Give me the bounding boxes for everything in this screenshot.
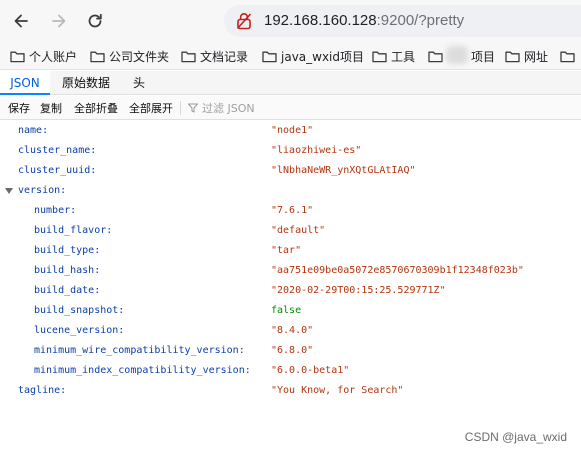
- json-value: "7.6.1": [271, 205, 314, 216]
- back-button[interactable]: [9, 9, 33, 33]
- bookmark-label: 文档记录: [200, 49, 249, 64]
- json-key: build_snapshot:: [34, 305, 125, 316]
- json-key: build_date:: [34, 285, 101, 296]
- json-value: "You Know, for Search": [271, 385, 404, 396]
- bookmark-folder[interactable]: 文档记录: [181, 48, 248, 64]
- filter-icon: [188, 103, 198, 113]
- watermark: CSDN @java_wxid: [464, 430, 567, 444]
- folder-icon: [10, 51, 25, 62]
- json-row: build_hash: "aa751e09be0a5072e8570670309b…: [0, 261, 581, 281]
- json-value: "tar": [271, 245, 302, 256]
- browser-toolbar: 192.168.160.128:9200/?pretty: [0, 0, 581, 42]
- json-row: minimum_wire_compatibility_version: "6.8.…: [0, 341, 581, 361]
- bookmark-folder[interactable]: java_wxid项目: [262, 48, 364, 64]
- address-url: 192.168.160.128:9200/?pretty: [264, 12, 464, 30]
- bookmark-label: 工具: [391, 49, 416, 64]
- bookmark-folder[interactable]: 网址: [505, 48, 548, 64]
- arrow-left-icon: [14, 14, 28, 28]
- forward-button[interactable]: [47, 9, 71, 33]
- bookmark-folder[interactable]: 公司文件夹: [90, 48, 169, 64]
- redaction-blur: [446, 46, 468, 64]
- json-value: "node1": [271, 125, 314, 136]
- bookmark-label: 公司文件夹: [109, 49, 170, 64]
- json-row: number: "7.6.1": [0, 201, 581, 221]
- json-key: version:: [18, 185, 67, 196]
- folder-icon: [560, 51, 575, 62]
- json-value: "aa751e09be0a5072e8570670309b1f12348f023…: [271, 265, 524, 276]
- folder-icon: [428, 51, 443, 62]
- arrow-right-icon: [52, 14, 66, 28]
- json-row: minimum_index_compatibility_version: "6.0…: [0, 361, 581, 381]
- url-path: :9200/?pretty: [376, 12, 465, 29]
- json-row: cluster_uuid: "lNbhaNeWR_ynXQtGLAtIAQ": [0, 161, 581, 181]
- json-key: minimum_index_compatibility_version:: [34, 365, 251, 376]
- bookmark-label: 项目: [471, 49, 496, 64]
- json-row: build_snapshot: false: [0, 301, 581, 321]
- folder-icon: [181, 51, 196, 62]
- bookmark-folder[interactable]: [560, 48, 579, 64]
- bookmark-label: 个人账户: [29, 49, 78, 64]
- json-row: build_date: "2020-02-29T00:15:25.529771Z": [0, 281, 581, 301]
- triangle-down-icon[interactable]: [5, 188, 13, 194]
- json-value: "8.4.0": [271, 325, 314, 336]
- filter-placeholder: 过滤 JSON: [202, 102, 255, 115]
- json-key: lucene_version:: [34, 325, 125, 336]
- json-row: cluster_name: "liaozhiwei-es": [0, 141, 581, 161]
- json-row: lucene_version: "8.4.0": [0, 321, 581, 341]
- filter-json-input[interactable]: 过滤 JSON: [188, 100, 255, 116]
- expand-all-button[interactable]: 全部展开: [129, 100, 173, 116]
- json-key: build_type:: [34, 245, 101, 256]
- json-key: cluster_name:: [18, 145, 97, 156]
- url-host: 192.168.160.128: [264, 12, 377, 29]
- json-value: "liaozhiwei-es": [271, 145, 362, 156]
- json-value: false: [271, 305, 302, 316]
- not-secure-icon[interactable]: [236, 12, 252, 30]
- json-key: cluster_uuid:: [18, 165, 97, 176]
- json-key: tagline:: [18, 385, 67, 396]
- collapse-all-button[interactable]: 全部折叠: [74, 100, 118, 116]
- reload-icon: [88, 13, 102, 28]
- json-row: build_type: "tar": [0, 241, 581, 261]
- json-row: tagline: "You Know, for Search": [0, 381, 581, 401]
- save-button[interactable]: 保存: [8, 100, 30, 116]
- address-bar[interactable]: 192.168.160.128:9200/?pretty: [224, 5, 581, 37]
- bookmark-label: java_wxid项目: [281, 49, 365, 64]
- json-row: name: "node1": [0, 121, 581, 141]
- bookmark-folder[interactable]: 个人账户: [10, 48, 77, 64]
- bookmark-folder[interactable]: 工具: [372, 48, 415, 64]
- tab-headers[interactable]: 头: [122, 71, 156, 95]
- folder-icon: [372, 51, 387, 62]
- tab-json[interactable]: JSON: [0, 71, 50, 95]
- folder-icon: [505, 51, 520, 62]
- folder-icon: [262, 51, 277, 62]
- reload-button[interactable]: [83, 9, 107, 33]
- json-value: "6.0.0-beta1": [271, 365, 350, 376]
- folder-icon: [90, 51, 105, 62]
- viewer-tabs: JSON 原始数据 头: [0, 71, 581, 95]
- bookmarks-bar: 个人账户 公司文件夹 文档记录 java_wxid项目 工具 项目 网址: [0, 42, 581, 70]
- viewer-toolbar: 保存 复制 全部折叠 全部展开 过滤 JSON: [0, 96, 581, 120]
- toolbar-divider: [180, 101, 181, 115]
- json-key: number:: [34, 205, 77, 216]
- copy-button[interactable]: 复制: [40, 100, 62, 116]
- json-key: minimum_wire_compatibility_version:: [34, 345, 245, 356]
- json-value: "6.8.0": [271, 345, 314, 356]
- bookmark-label: 网址: [524, 49, 549, 64]
- json-value: "2020-02-29T00:15:25.529771Z": [271, 285, 446, 296]
- tab-raw-data[interactable]: 原始数据: [52, 71, 120, 95]
- json-key: name:: [18, 125, 49, 136]
- json-value: "lNbhaNeWR_ynXQtGLAtIAQ": [271, 165, 416, 176]
- json-row: build_flavor: "default": [0, 221, 581, 241]
- json-key: build_hash:: [34, 265, 101, 276]
- json-key: build_flavor:: [34, 225, 113, 236]
- json-object-row[interactable]: version:: [0, 181, 581, 201]
- json-value: "default": [271, 225, 326, 236]
